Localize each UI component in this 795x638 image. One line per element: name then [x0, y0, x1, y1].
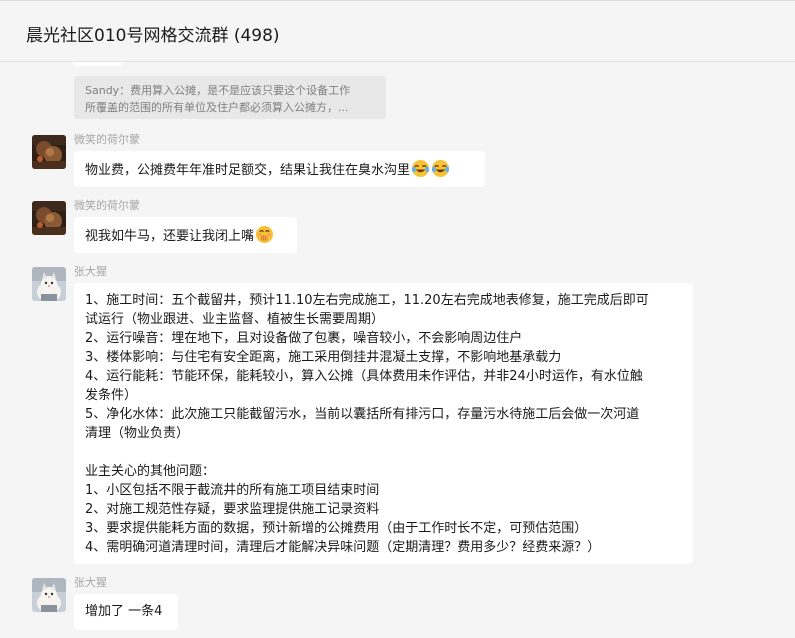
message-bubble[interactable]: 物业费，公摊费年年准时足额交，结果让我住在臭水沟里	[74, 151, 485, 187]
group-title[interactable]: 晨光社区010号网格交流群 (498)	[26, 21, 280, 46]
quoted-message[interactable]: Sandy：费用算入公摊，是不是应该只要这个设备工作 所覆盖的范围的所有单位及住…	[74, 76, 386, 119]
message-line: 试运行（物业跟进、业主监督、植被生长需要周期）	[85, 312, 385, 327]
message-bubble-long[interactable]: 1、施工时间：五个截留井，预计11.10左右完成施工，11.20左右完成地表修复…	[74, 283, 693, 564]
message-line: 业主关心的其他问题：	[85, 464, 216, 479]
sender-name: 张大猩	[74, 576, 107, 589]
message-line: 2、对施工规范性存疑，要求监理提供施工记录资料	[85, 502, 380, 517]
message-text: 增加了 一条4	[85, 604, 163, 619]
previous-message-bubble	[73, 62, 123, 66]
message-text: 物业费，公摊费年年准时足额交，结果让我住在臭水沟里	[85, 163, 411, 178]
avatar-zhangdaxing[interactable]	[32, 578, 66, 612]
chat-header: 晨光社区010号网格交流群 (498)	[0, 1, 795, 62]
avatar-weixiao[interactable]	[32, 135, 66, 169]
message-bubble[interactable]: 视我如牛马，还要让我闭上嘴	[74, 217, 297, 253]
avatar-image-dark-portrait	[32, 135, 66, 169]
message-list[interactable]: Sandy：费用算入公摊，是不是应该只要这个设备工作 所覆盖的范围的所有单位及住…	[0, 62, 795, 638]
joy-emoji-icon	[431, 159, 450, 178]
message-line: 1、施工时间：五个截留井，预计11.10左右完成施工，11.20左右完成地表修复…	[85, 293, 649, 308]
sender-name: 微笑的荷尔蒙	[74, 133, 140, 146]
message-line: 3、楼体影响：与住宅有安全距离，施工采用倒挂井混凝土支撑，不影响地基承载力	[85, 350, 562, 365]
avatar-weixiao[interactable]	[32, 201, 66, 235]
sender-name: 张大猩	[74, 265, 107, 278]
avatar-zhangdaxing[interactable]	[32, 267, 66, 301]
message-line: 1、小区包括不限于截流井的所有施工项目结束时间	[85, 483, 380, 498]
avatar-image-cat	[32, 267, 66, 301]
message-text: 视我如牛马，还要让我闭上嘴	[85, 229, 255, 244]
message-line: 4、运行能耗：节能环保，能耗较小，算入公摊（具体费用未作评估，并非24小时运作，…	[85, 369, 643, 384]
message-line: 清理（物业负责）	[85, 426, 190, 441]
message-bubble[interactable]: 增加了 一条4	[74, 594, 178, 630]
avatar-image-dark-portrait	[32, 201, 66, 235]
message-line: 5、净化水体：此次施工只能截留污水，当前以囊括所有排污口，存量污水待施工后会做一…	[85, 407, 640, 422]
message-line: 2、运行噪音：埋在地下，且对设备做了包裹，噪音较小，不会影响周边住户	[85, 331, 523, 346]
message-line: 4、需明确河道清理时间，清理后才能解决异味问题（定期清理？费用多少？经费来源？）	[85, 540, 601, 555]
hand-over-mouth-emoji-icon	[255, 225, 274, 244]
sender-name: 微笑的荷尔蒙	[74, 199, 140, 212]
message-line: 3、要求提供能耗方面的数据，预计新增的公摊费用（由于工作时长不定，可预估范围）	[85, 521, 588, 536]
joy-emoji-icon	[411, 159, 430, 178]
message-line: 发条件）	[85, 388, 138, 403]
avatar-image-cat	[32, 578, 66, 612]
